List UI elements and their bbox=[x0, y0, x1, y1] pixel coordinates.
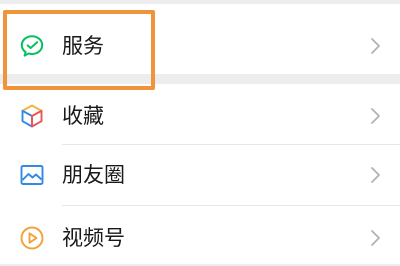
menu-item-favorites[interactable]: 收藏 bbox=[0, 84, 400, 144]
menu-group-service: 服务 bbox=[0, 4, 400, 74]
chevron-right-icon bbox=[369, 166, 381, 184]
menu-item-channels[interactable]: 视频号 bbox=[0, 206, 400, 266]
menu-group-main: 收藏 朋友圈 视频号 bbox=[0, 84, 400, 264]
chevron-right-icon bbox=[369, 37, 381, 55]
menu-item-label: 服务 bbox=[62, 34, 104, 58]
favorites-cube-icon bbox=[19, 103, 45, 129]
menu-item-label: 朋友圈 bbox=[62, 163, 125, 187]
chevron-right-icon bbox=[369, 229, 381, 247]
moments-picture-icon bbox=[19, 162, 45, 188]
menu-item-service[interactable]: 服务 bbox=[0, 16, 400, 76]
menu-item-moments[interactable]: 朋友圈 bbox=[0, 145, 400, 205]
chevron-right-icon bbox=[369, 107, 381, 125]
menu-item-label: 视频号 bbox=[62, 226, 125, 250]
menu-item-label: 收藏 bbox=[62, 104, 104, 128]
wechat-pay-service-icon bbox=[19, 33, 45, 59]
channels-play-icon bbox=[19, 225, 45, 251]
